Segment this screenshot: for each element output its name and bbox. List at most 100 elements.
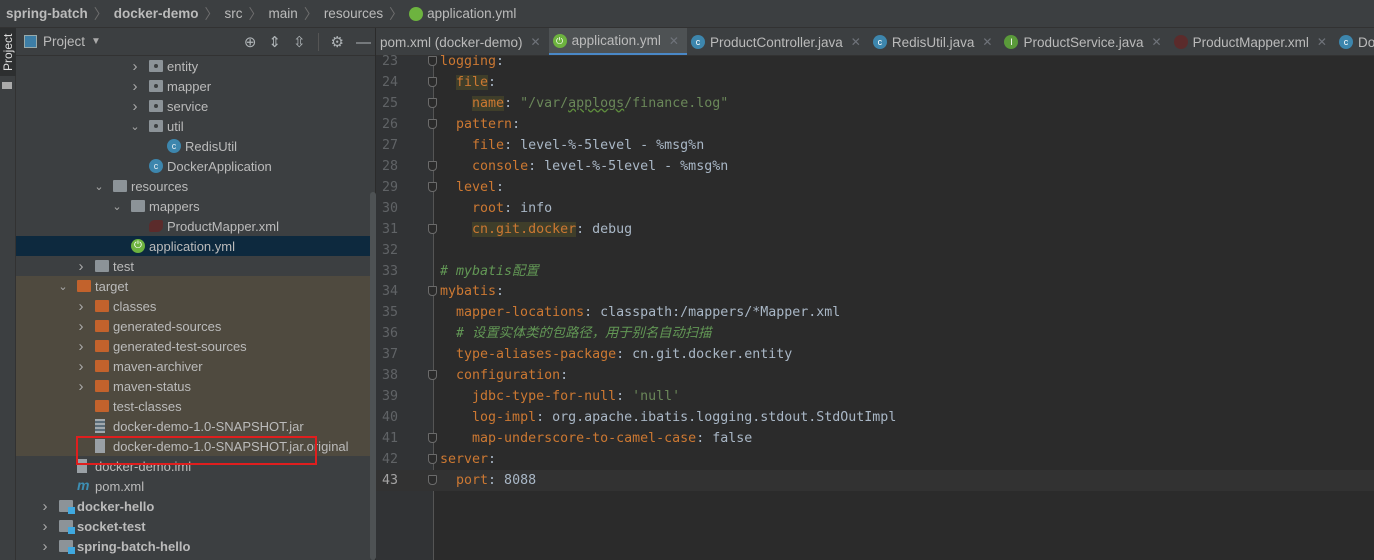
code-line[interactable]: 42 server:	[376, 449, 1374, 470]
breadcrumb-item[interactable]: main	[269, 6, 298, 21]
tree-item[interactable]: › test	[16, 256, 376, 276]
code-line[interactable]: 25 name: "/var/applogs/finance.log"	[376, 93, 1374, 114]
fold-marker-icon[interactable]	[428, 223, 437, 234]
tree-item[interactable]: m pom.xml	[16, 476, 376, 496]
tree-item[interactable]: docker-demo-1.0-SNAPSHOT.jar	[16, 416, 376, 436]
close-icon[interactable]: ✕	[982, 35, 992, 49]
code-line[interactable]: 28 console: level-%-5level - %msg%n	[376, 156, 1374, 177]
breadcrumb-item[interactable]: application.yml	[409, 6, 516, 21]
line-number: 40	[381, 410, 398, 426]
chevron-right-icon[interactable]: ›	[129, 78, 141, 95]
chevron-right-icon[interactable]: ›	[75, 358, 87, 375]
fold-marker-icon[interactable]	[428, 181, 437, 192]
code-line[interactable]: 23 logging:	[376, 51, 1374, 72]
collapse-all-icon[interactable]: ⇳	[293, 33, 306, 51]
minimize-icon[interactable]: —	[356, 34, 371, 51]
chevron-down-icon[interactable]: ⌄	[111, 200, 123, 213]
fold-marker-icon[interactable]	[428, 118, 437, 129]
code-line[interactable]: 40 log-impl: org.apache.ibatis.logging.s…	[376, 407, 1374, 428]
code-line[interactable]: 27 file: level-%-5level - %msg%n	[376, 135, 1374, 156]
expand-all-icon[interactable]: ⇕	[268, 33, 281, 51]
code-editor[interactable]: 23 logging: 24 file: 25 name: "/var/applogs…	[376, 54, 1374, 560]
fold-marker-icon[interactable]	[428, 475, 437, 485]
code-line[interactable]: 34 mybatis:	[376, 281, 1374, 302]
code-line[interactable]: 39 jdbc-type-for-null: 'null'	[376, 386, 1374, 407]
tree-item-label: resources	[131, 178, 189, 194]
breadcrumb-item[interactable]: docker-demo	[114, 6, 199, 21]
code-line[interactable]: 35 mapper-locations: classpath:/mappers/…	[376, 302, 1374, 323]
chevron-right-icon[interactable]: ›	[129, 98, 141, 115]
code-line[interactable]: 33 # mybatis配置	[376, 261, 1374, 282]
code-line[interactable]: 43 port: 8088	[376, 470, 1374, 491]
fold-marker-icon[interactable]	[428, 370, 437, 381]
fold-marker-icon[interactable]	[428, 433, 437, 444]
close-icon[interactable]: ✕	[531, 35, 541, 49]
code-line[interactable]: 24 file:	[376, 72, 1374, 93]
tree-item[interactable]: c DockerApplication	[16, 156, 376, 176]
tree-item[interactable]: › mapper	[16, 76, 376, 96]
folder-icon[interactable]	[2, 82, 12, 89]
breadcrumb-item[interactable]: spring-batch	[6, 6, 88, 21]
chevron-down-icon[interactable]: ▼	[91, 36, 101, 47]
fold-marker-icon[interactable]	[428, 160, 437, 171]
close-icon[interactable]: ✕	[1317, 35, 1327, 49]
fold-marker-icon[interactable]	[428, 56, 437, 66]
close-icon[interactable]: ✕	[851, 35, 861, 49]
gear-icon[interactable]: ⚙	[331, 33, 344, 51]
close-icon[interactable]: ✕	[1152, 35, 1162, 49]
close-icon[interactable]: ✕	[669, 34, 679, 48]
tree-item[interactable]: › spring-batch-hello	[16, 536, 376, 556]
project-tool-button[interactable]: Project	[0, 28, 16, 76]
fold-marker-icon[interactable]	[428, 76, 437, 87]
tree-item[interactable]: ⌄ resources	[16, 176, 376, 196]
tree-item[interactable]: › docker-hello	[16, 496, 376, 516]
code-line[interactable]: 31 cn.git.docker: debug	[376, 219, 1374, 240]
breadcrumb-item[interactable]: resources	[324, 6, 383, 21]
chevron-right-icon[interactable]: ›	[75, 318, 87, 335]
tree-item[interactable]: › service	[16, 96, 376, 116]
tree-item[interactable]: ⏻ application.yml	[16, 236, 376, 256]
tree-item[interactable]: › socket-test	[16, 516, 376, 536]
chevron-right-icon[interactable]: ›	[39, 538, 51, 555]
code-line[interactable]: 29 level:	[376, 177, 1374, 198]
tree-item[interactable]: › generated-sources	[16, 316, 376, 336]
tree-item[interactable]: › entity	[16, 56, 376, 76]
chevron-right-icon[interactable]: ›	[75, 378, 87, 395]
fold-marker-icon[interactable]	[428, 454, 437, 465]
code-line[interactable]: 36 # 设置实体类的包路径，用于别名自动扫描	[376, 323, 1374, 344]
chevron-down-icon[interactable]: ⌄	[93, 180, 105, 193]
code-line[interactable]: 26 pattern:	[376, 114, 1374, 135]
tree-item-label: maven-archiver	[113, 358, 203, 374]
project-view-selector[interactable]: Project	[43, 34, 85, 49]
chevron-right-icon[interactable]: ›	[75, 298, 87, 315]
code-line[interactable]: 32	[376, 240, 1374, 261]
class-icon: c	[167, 139, 181, 153]
code-line[interactable]: 37 type-aliases-package: cn.git.docker.e…	[376, 344, 1374, 365]
tree-item[interactable]: › generated-test-sources	[16, 336, 376, 356]
chevron-right-icon[interactable]: ›	[39, 518, 51, 535]
chevron-right-icon[interactable]: ›	[75, 338, 87, 355]
tree-item[interactable]: ProductMapper.xml	[16, 216, 376, 236]
tree-item[interactable]: ⌄ mappers	[16, 196, 376, 216]
fold-marker-icon[interactable]	[428, 97, 437, 108]
chevron-right-icon[interactable]: ›	[39, 498, 51, 515]
tree-item[interactable]: ⌄ util	[16, 116, 376, 136]
tree-item[interactable]: › maven-archiver	[16, 356, 376, 376]
chevron-down-icon[interactable]: ⌄	[57, 280, 69, 293]
tree-item[interactable]: test-classes	[16, 396, 376, 416]
code-line[interactable]: 41 map-underscore-to-camel-case: false	[376, 428, 1374, 449]
tree-item[interactable]: ⌄ target	[16, 276, 376, 296]
chevron-down-icon[interactable]: ⌄	[129, 120, 141, 133]
chevron-right-icon[interactable]: ›	[129, 58, 141, 75]
tree-item[interactable]: c RedisUtil	[16, 136, 376, 156]
chevron-right-icon[interactable]: ›	[75, 258, 87, 275]
tree-item[interactable]: › classes	[16, 296, 376, 316]
locate-icon[interactable]: ⊕	[244, 33, 257, 51]
code-line[interactable]: 38 configuration:	[376, 365, 1374, 386]
fold-marker-icon[interactable]	[428, 286, 437, 297]
project-tree: › entity › mapper › service ⌄ util c RedisUtil c Do…	[16, 56, 376, 560]
code-line[interactable]: 30 root: info	[376, 198, 1374, 219]
breadcrumb-item[interactable]: src	[225, 6, 243, 21]
tree-item[interactable]: › maven-status	[16, 376, 376, 396]
